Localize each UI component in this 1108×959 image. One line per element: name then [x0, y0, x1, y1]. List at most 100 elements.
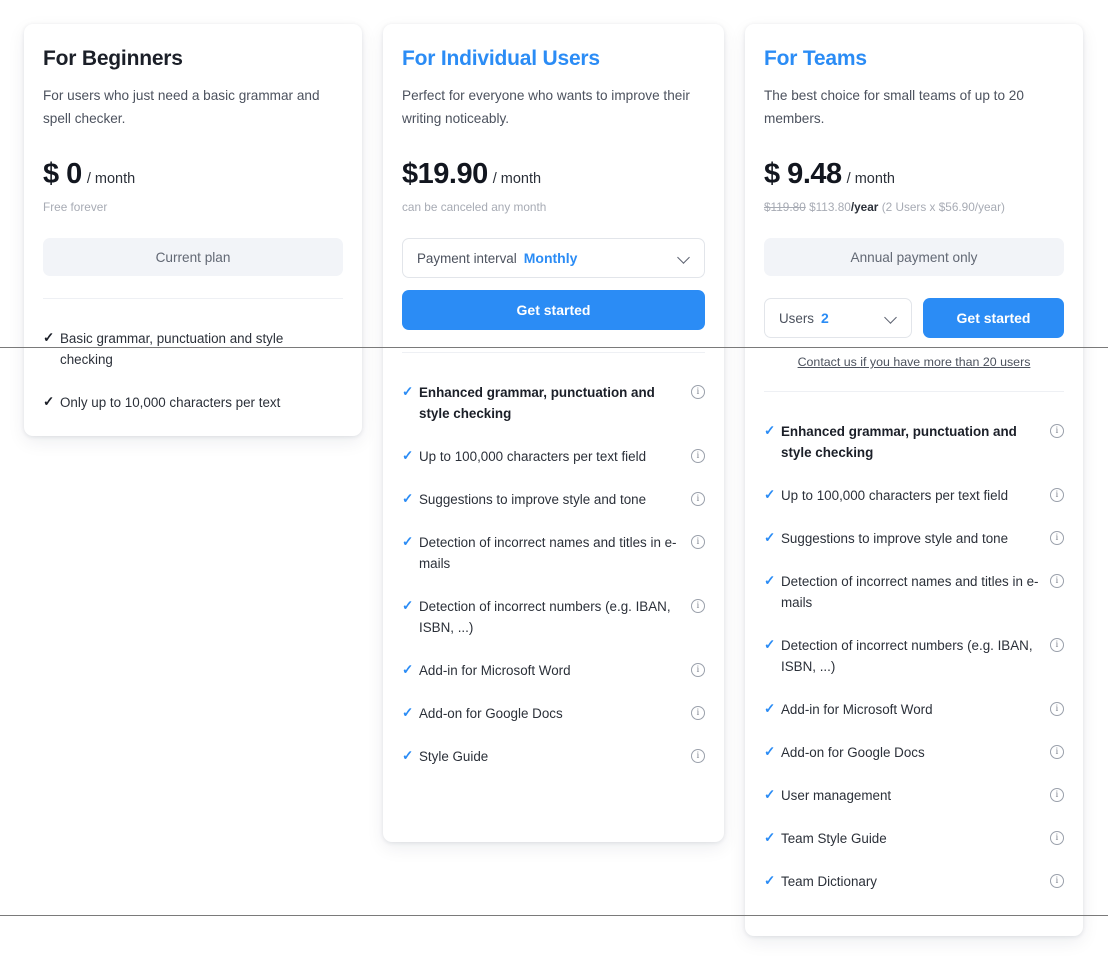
info-icon[interactable]: i — [1050, 745, 1064, 759]
get-started-button-teams[interactable]: Get started — [923, 298, 1064, 338]
plan-title-individual: For Individual Users — [402, 47, 600, 70]
check-icon: ✓ — [43, 394, 55, 409]
feature-item: ✓ Detection of incorrect names and titles… — [402, 521, 705, 585]
payment-interval-value: Monthly — [523, 250, 578, 266]
feature-label: Team Style Guide — [781, 831, 887, 846]
feature-item: ✓ Add-in for Microsoft Word i — [764, 688, 1064, 731]
feature-item: ✓ Basic grammar, punctuation and style ch… — [43, 317, 343, 381]
check-icon: ✓ — [402, 662, 414, 677]
feature-label: Suggestions to improve style and tone — [781, 531, 1009, 546]
info-icon[interactable]: i — [1050, 831, 1064, 845]
payment-interval-label: Payment interval — [417, 250, 517, 266]
check-icon: ✓ — [764, 701, 776, 716]
feature-label: Style Guide — [419, 749, 489, 764]
users-count-label: Users — [779, 310, 814, 326]
price-amount-teams: $ 9.48 — [764, 158, 842, 190]
info-icon[interactable]: i — [691, 449, 705, 463]
plan-description-individual: Perfect for everyone who wants to improv… — [402, 88, 690, 126]
feature-label: Suggestions to improve style and tone — [419, 492, 647, 507]
feature-list-individual: ✓ Enhanced grammar, punctuation and style… — [402, 371, 705, 778]
feature-label: Add-in for Microsoft Word — [419, 663, 571, 678]
check-icon: ✓ — [402, 491, 414, 506]
feature-item: ✓ User management i — [764, 774, 1064, 817]
users-count-select[interactable]: Users 2 — [764, 298, 912, 338]
info-icon[interactable]: i — [691, 663, 705, 677]
plan-description-beginners: For users who just need a basic grammar … — [43, 88, 320, 126]
feature-label: Detection of incorrect names and titles … — [419, 535, 677, 571]
info-icon[interactable]: i — [1050, 574, 1064, 588]
price-note-individual: can be canceled any month — [402, 200, 547, 214]
card-divider-beginners — [43, 298, 343, 299]
info-icon[interactable]: i — [691, 492, 705, 506]
chevron-down-icon — [678, 252, 690, 264]
feature-item: ✓ Enhanced grammar, punctuation and style… — [764, 410, 1064, 474]
price-note-teams: $119.80 $113.80/year (2 Users x $56.90/y… — [764, 199, 1064, 216]
price-new-teams: $113.80 — [809, 200, 851, 214]
payment-interval-select[interactable]: Payment interval Monthly — [402, 238, 705, 278]
feature-item: ✓ Up to 100,000 characters per text field… — [764, 474, 1064, 517]
pricing-page: For Beginners For users who just need a … — [0, 0, 1108, 959]
check-icon: ✓ — [764, 744, 776, 759]
pricing-card-individual: For Individual Users Perfect for everyon… — [383, 24, 724, 842]
check-icon: ✓ — [764, 637, 776, 652]
current-plan-button[interactable]: Current plan — [43, 238, 343, 276]
check-icon: ✓ — [764, 873, 776, 888]
feature-label: Detection of incorrect numbers (e.g. IBA… — [781, 638, 1033, 674]
info-icon[interactable]: i — [691, 535, 705, 549]
feature-label: Up to 100,000 characters per text field — [781, 488, 1009, 503]
pricing-card-beginners: For Beginners For users who just need a … — [24, 24, 362, 436]
check-icon: ✓ — [764, 487, 776, 502]
feature-item: ✓ Only up to 10,000 characters per text — [43, 381, 343, 424]
price-row-teams: $ 9.48 / month — [764, 158, 1064, 191]
info-icon[interactable]: i — [1050, 531, 1064, 545]
plan-title-beginners: For Beginners — [43, 47, 183, 70]
feature-item: ✓ Team Style Guide i — [764, 817, 1064, 860]
check-icon: ✓ — [402, 534, 414, 549]
feature-label: User management — [781, 788, 892, 803]
feature-item: ✓ Suggestions to improve style and tone i — [764, 517, 1064, 560]
price-period-individual: / month — [492, 171, 542, 187]
feature-item: ✓ Style Guide i — [402, 735, 705, 778]
get-started-button-individual[interactable]: Get started — [402, 290, 705, 330]
info-icon[interactable]: i — [691, 706, 705, 720]
check-icon: ✓ — [402, 748, 414, 763]
feature-list-teams: ✓ Enhanced grammar, punctuation and style… — [764, 410, 1064, 903]
price-row-beginners: $ 0 / month — [43, 158, 343, 191]
chevron-down-icon — [885, 312, 897, 324]
check-icon: ✓ — [764, 530, 776, 545]
annual-payment-only-button[interactable]: Annual payment only — [764, 238, 1064, 276]
check-icon: ✓ — [764, 423, 776, 438]
plan-description-teams: The best choice for small teams of up to… — [764, 88, 1024, 126]
info-icon[interactable]: i — [1050, 424, 1064, 438]
info-icon[interactable]: i — [1050, 638, 1064, 652]
info-icon[interactable]: i — [1050, 874, 1064, 888]
plan-title-teams: For Teams — [764, 47, 867, 70]
info-icon[interactable]: i — [691, 385, 705, 399]
price-amount-individual: $19.90 — [402, 158, 488, 190]
teams-control-row: Users 2 Get started — [764, 298, 1064, 338]
feature-label: Detection of incorrect names and titles … — [781, 574, 1039, 610]
contact-us-link[interactable]: Contact us if you have more than 20 user… — [764, 355, 1064, 369]
feature-item: ✓ Detection of incorrect numbers (e.g. IB… — [764, 624, 1064, 688]
feature-label: Up to 100,000 characters per text field — [419, 449, 647, 464]
feature-item: ✓ Add-in for Microsoft Word i — [402, 649, 705, 692]
info-icon[interactable]: i — [1050, 702, 1064, 716]
info-icon[interactable]: i — [1050, 788, 1064, 802]
feature-label: Add-on for Google Docs — [419, 706, 563, 721]
feature-label: Team Dictionary — [781, 874, 877, 889]
check-icon: ✓ — [402, 705, 414, 720]
price-unit-teams: /year — [850, 200, 879, 214]
card-divider-individual — [402, 352, 705, 353]
info-icon[interactable]: i — [691, 749, 705, 763]
check-icon: ✓ — [43, 330, 55, 345]
feature-label: Basic grammar, punctuation and style che… — [60, 331, 284, 367]
feature-list-beginners: ✓ Basic grammar, punctuation and style ch… — [43, 317, 343, 424]
info-icon[interactable]: i — [1050, 488, 1064, 502]
feature-item: ✓ Detection of incorrect names and titles… — [764, 560, 1064, 624]
price-period-teams: / month — [846, 171, 895, 187]
feature-label: Add-in for Microsoft Word — [781, 702, 933, 717]
feature-label: Enhanced grammar, punctuation and style … — [781, 424, 1017, 460]
feature-label: Only up to 10,000 characters per text — [60, 395, 281, 410]
info-icon[interactable]: i — [691, 599, 705, 613]
check-icon: ✓ — [764, 830, 776, 845]
